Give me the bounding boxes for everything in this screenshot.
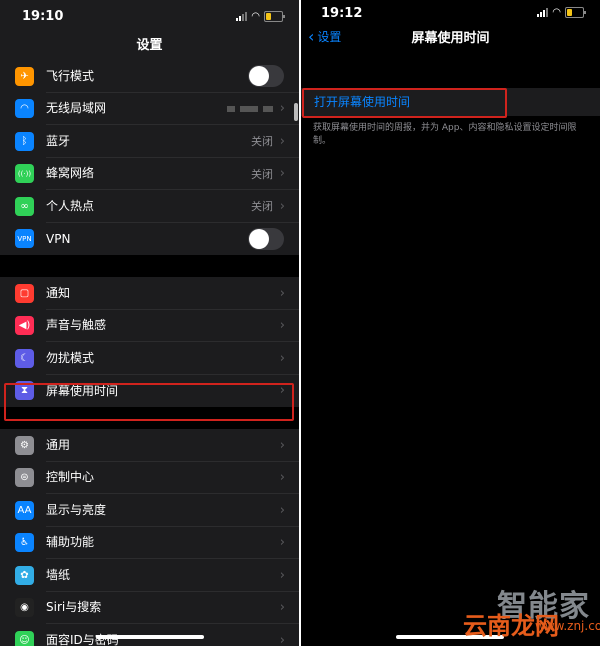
chevron-right-icon: › — [279, 535, 285, 551]
chevron-right-icon: › — [279, 318, 285, 334]
faceid-icon: ☺ — [15, 630, 34, 646]
wifi-status-icon: ◠ — [552, 7, 561, 18]
settings-row[interactable]: ᛒ 蓝牙 关闭 › — [0, 125, 299, 158]
back-label: 设置 — [317, 30, 342, 44]
vpn-icon: VPN — [15, 229, 34, 249]
settings-row-label: 勿扰模式 — [46, 342, 299, 375]
settings-row[interactable]: ⚙ 通用 › — [0, 429, 299, 462]
settings-row[interactable]: ⊜ 控制中心 › — [0, 462, 299, 495]
wifi-status-icon: ◠ — [251, 11, 260, 22]
chevron-right-icon: › — [279, 502, 285, 518]
display-icon: AA — [15, 500, 34, 520]
nav-bar: 屏幕使用时间 ‹ 设置 — [301, 27, 600, 53]
toggle-switch[interactable] — [248, 227, 284, 250]
settings-row-value: 关闭 — [251, 135, 273, 149]
settings-row[interactable]: ((·)) 蜂窝网络 关闭 › — [0, 158, 299, 191]
settings-row-label: 墙纸 — [46, 559, 299, 592]
settings-row[interactable]: ◠ 无线局域网 › — [0, 93, 299, 126]
settings-row-label: 辅助功能 — [46, 526, 299, 560]
toggle-switch[interactable] — [248, 65, 284, 88]
accessibility-icon: ♿ — [15, 533, 34, 553]
settings-row-value: 关闭 — [251, 167, 273, 181]
settings-row-value: 关闭 — [251, 200, 273, 214]
chevron-right-icon: › — [279, 437, 285, 453]
status-bar: 19:12 ◠ — [301, 0, 600, 27]
bluetooth-icon: ᛒ — [15, 131, 34, 151]
chevron-right-icon: › — [279, 632, 285, 646]
settings-row-label: 控制中心 — [46, 461, 299, 495]
chevron-right-icon: › — [279, 285, 285, 301]
settings-row[interactable]: ◉ Siri与搜索 › — [0, 592, 299, 625]
highlight-box — [4, 383, 294, 421]
settings-row-label: Siri与搜索 — [46, 591, 299, 625]
chevron-right-icon: › — [279, 198, 285, 214]
chevron-right-icon: › — [279, 600, 285, 616]
cellular-signal-icon — [236, 12, 248, 21]
back-button[interactable]: ‹ 设置 — [308, 28, 341, 45]
home-indicator[interactable] — [96, 635, 204, 639]
settings-row[interactable]: ✿ 墙纸 › — [0, 559, 299, 592]
highlight-box — [302, 88, 507, 118]
settings-group-general: ⚙ 通用 › ⊜ 控制中心 › AA 显示与亮度 › ♿ 辅助功能 › ✿ 墙纸 › ◉ Siri与搜索 › ☺ 面容… — [0, 429, 299, 646]
screen-time-description: 获取屏幕使用时间的周报，并为 App、内容和隐私设置设定时间限制。 — [313, 123, 577, 146]
chevron-right-icon: › — [279, 101, 285, 117]
wifi-icon: ◠ — [15, 99, 34, 119]
status-time: 19:12 — [321, 6, 363, 21]
chevron-right-icon: › — [279, 133, 285, 149]
status-time: 19:10 — [22, 9, 64, 24]
page-title: 设置 — [0, 34, 299, 60]
status-bar: 19:10 ◠ — [0, 0, 299, 34]
settings-row[interactable]: ▢ 通知 › — [0, 277, 299, 310]
settings-row-label: 显示与亮度 — [46, 494, 299, 527]
gear-icon: ⚙ — [15, 435, 34, 455]
toggle-knob — [249, 228, 269, 249]
settings-row[interactable]: VPN VPN — [0, 223, 299, 256]
settings-group-connectivity: ✈ 飞行模式 ◠ 无线局域网 › ᛒ 蓝牙 关闭 › ((·)) 蜂窝网络 关闭 › ∞ 个人热点 关闭 › VP… — [0, 60, 299, 255]
chevron-right-icon: › — [279, 567, 285, 583]
settings-row-label: 声音与触感 — [46, 309, 299, 343]
settings-screen: 19:10 ◠ 设置 ✈ 飞行模式 ◠ 无线局域网 › ᛒ 蓝牙 关闭 › ((·)) 蜂窝网络 关闭… — [0, 0, 299, 646]
notifications-icon: ▢ — [15, 283, 34, 303]
settings-row[interactable]: ◀) 声音与触感 › — [0, 310, 299, 343]
battery-icon — [565, 7, 586, 18]
moon-icon: ☾ — [15, 348, 34, 368]
chevron-right-icon: › — [279, 350, 285, 366]
settings-row[interactable]: ♿ 辅助功能 › — [0, 527, 299, 560]
cellular-signal-icon — [537, 8, 549, 17]
settings-row-label: 通知 — [46, 277, 299, 310]
chevron-left-icon: ‹ — [308, 26, 315, 46]
scroll-indicator[interactable] — [294, 103, 298, 121]
wallpaper-icon: ✿ — [15, 565, 34, 585]
page-title: 屏幕使用时间 — [411, 31, 490, 46]
control-center-icon: ⊜ — [15, 468, 34, 488]
settings-row[interactable]: ✈ 飞行模式 — [0, 60, 299, 93]
screen-time-screen: 19:12 ◠ 屏幕使用时间 ‹ 设置 打开屏幕使用时间 获取屏幕使用时间的周报… — [301, 0, 600, 646]
battery-icon — [264, 11, 285, 22]
siri-icon: ◉ — [15, 598, 34, 618]
cellular-icon: ((·)) — [15, 164, 34, 184]
settings-row-label: 通用 — [46, 429, 299, 462]
hotspot-icon: ∞ — [15, 196, 34, 216]
settings-row[interactable]: AA 显示与亮度 › — [0, 494, 299, 527]
chevron-right-icon: › — [279, 166, 285, 182]
settings-row[interactable]: ☾ 勿扰模式 › — [0, 342, 299, 375]
settings-row[interactable]: ∞ 个人热点 关闭 › — [0, 190, 299, 223]
watermark-url: www.znj.com — [535, 619, 600, 633]
airplane-icon: ✈ — [15, 66, 34, 86]
wifi-network-name-redacted — [227, 105, 273, 112]
sound-icon: ◀) — [15, 316, 34, 336]
toggle-knob — [249, 66, 269, 87]
chevron-right-icon: › — [279, 470, 285, 486]
